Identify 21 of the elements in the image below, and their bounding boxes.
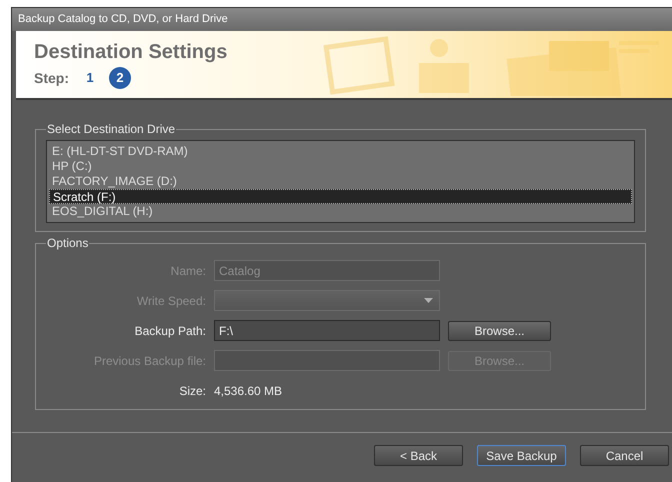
drive-item[interactable]: HP (C:) bbox=[49, 159, 632, 174]
browse-button[interactable]: Browse... bbox=[448, 320, 551, 340]
page-title: Destination Settings bbox=[34, 40, 228, 65]
dialog-button[interactable]: Cancel bbox=[580, 445, 669, 466]
window-title: Backup Catalog to CD, DVD, or Hard Drive bbox=[18, 12, 228, 28]
dialog-button[interactable]: Save Backup bbox=[477, 445, 566, 466]
group-label: Options bbox=[46, 235, 90, 252]
step-label: Step: bbox=[34, 68, 69, 88]
drive-item[interactable]: E: (HL-DT-ST DVD-RAM) bbox=[49, 144, 632, 159]
step-indicator: 2 bbox=[109, 67, 131, 89]
text-field[interactable]: F:\ bbox=[214, 320, 440, 341]
step-indicator: 1 bbox=[85, 69, 95, 88]
dropdown-arrow-icon bbox=[424, 298, 433, 303]
dialog-button[interactable]: < Back bbox=[374, 445, 463, 466]
field-label: Size: bbox=[178, 382, 206, 400]
drive-item[interactable]: EOS_DIGITAL (H:) bbox=[49, 204, 632, 219]
group-label: Select Destination Drive bbox=[46, 121, 176, 138]
drive-item[interactable]: Scratch (F:) bbox=[49, 189, 632, 204]
drive-item[interactable]: FACTORY_IMAGE (D:) bbox=[49, 174, 632, 189]
size-value: 4,536.60 MB bbox=[214, 382, 282, 400]
field-label: Backup Path: bbox=[134, 322, 206, 340]
